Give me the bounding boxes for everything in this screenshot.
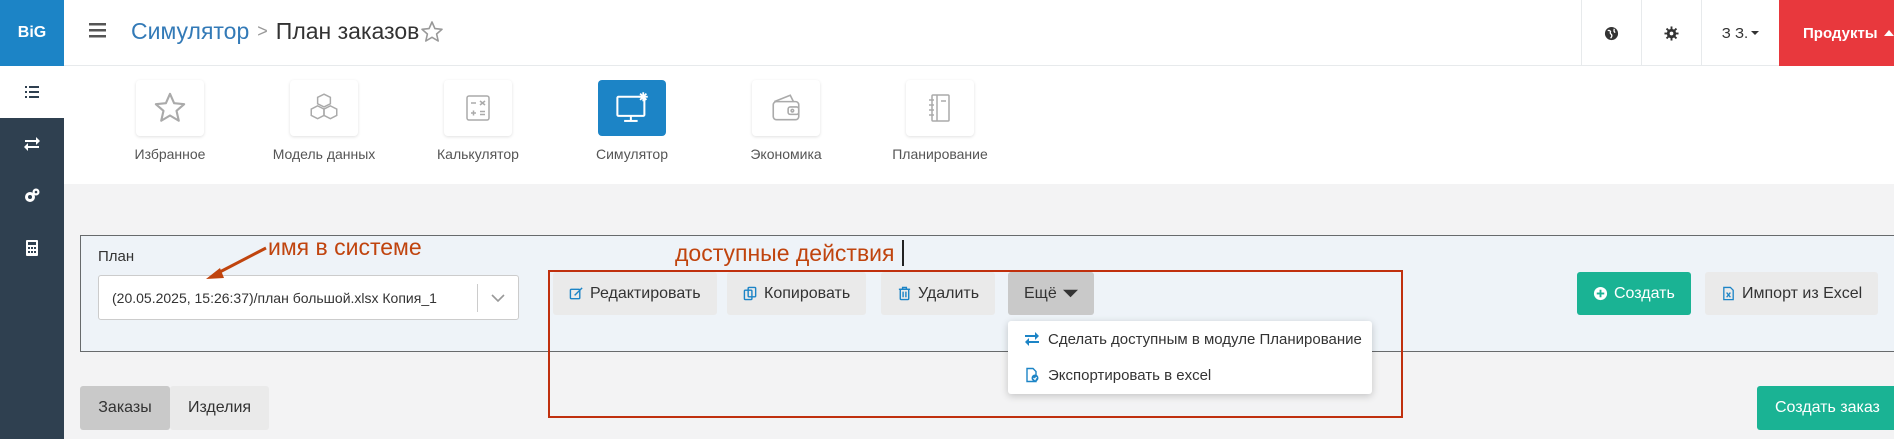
user-name: З З. <box>1721 24 1749 42</box>
caret-up-icon <box>1883 30 1894 36</box>
globe-icon <box>1604 26 1619 40</box>
more-dropdown-menu: Сделать доступным в модуле Планирование … <box>1008 321 1372 394</box>
plan-select[interactable]: (20.05.2025, 15:26:37)/план большой.xlsx… <box>98 275 519 320</box>
copy-icon <box>743 286 757 301</box>
plan-label: План <box>98 248 135 265</box>
app-logo[interactable]: BiG <box>0 0 64 66</box>
caret-down-icon <box>1751 31 1760 35</box>
dropdown-item-label: Экспортировать в excel <box>1048 366 1212 384</box>
exchange-icon <box>24 137 40 151</box>
plus-circle-icon <box>1593 286 1608 301</box>
user-menu[interactable]: З З. <box>1701 0 1779 66</box>
products-label: Продукты <box>1803 24 1878 42</box>
breadcrumb-separator: > <box>257 21 268 41</box>
module-label: Планирование <box>892 146 988 162</box>
create-label: Создать <box>1614 284 1675 302</box>
edit-label: Редактировать <box>590 284 701 302</box>
module-tile[interactable] <box>906 80 974 136</box>
plan-select-value: (20.05.2025, 15:26:37)/план большой.xlsx… <box>112 290 437 306</box>
trash-icon <box>898 286 911 301</box>
gear-icon <box>1664 25 1679 41</box>
monitor-icon <box>616 92 648 122</box>
list-icon <box>25 86 39 98</box>
notebook-icon <box>929 94 950 122</box>
caret-down-icon <box>1062 289 1078 298</box>
module-favorites[interactable]: Избранное <box>90 80 250 162</box>
more-button[interactable]: Ещё <box>1008 272 1094 315</box>
favorite-star-icon[interactable] <box>420 20 444 44</box>
settings-button[interactable] <box>1641 0 1701 66</box>
module-label: Избранное <box>134 146 206 162</box>
annotation-available-actions: доступные действия <box>675 240 895 266</box>
delete-label: Удалить <box>918 284 980 302</box>
sidebar-item-calculator[interactable] <box>0 222 64 274</box>
sidebar: BiG <box>0 0 64 439</box>
cogs-icon <box>25 188 40 202</box>
tab-products[interactable]: Изделия <box>170 386 269 430</box>
star-icon <box>154 92 186 122</box>
dropdown-item-label: Сделать доступным в модуле Планирование <box>1048 330 1362 348</box>
exchange-icon <box>1025 332 1039 346</box>
file-export-icon <box>1026 367 1039 383</box>
wallet-icon <box>772 94 800 121</box>
import-excel-button[interactable]: Импорт из Excel <box>1705 272 1879 315</box>
module-simulator[interactable]: Симулятор <box>552 80 712 162</box>
language-button[interactable] <box>1581 0 1641 66</box>
more-label: Ещё <box>1024 284 1057 302</box>
module-label: Калькулятор <box>437 146 519 162</box>
cubes-icon <box>310 93 338 120</box>
module-calculator[interactable]: Калькулятор <box>398 80 558 162</box>
breadcrumb: Симулятор > План заказов <box>131 18 419 45</box>
menu-icon[interactable] <box>88 20 108 40</box>
page-title: План заказов <box>275 18 420 44</box>
delete-button[interactable]: Удалить <box>881 272 996 315</box>
module-label: Экономика <box>750 146 822 162</box>
module-tile[interactable] <box>290 80 358 136</box>
create-button[interactable]: Создать <box>1577 272 1691 315</box>
module-label: Симулятор <box>596 146 668 162</box>
module-data-model[interactable]: Модель данных <box>244 80 404 162</box>
module-planning[interactable]: Планирование <box>860 80 1020 162</box>
copy-label: Копировать <box>764 284 851 302</box>
products-button[interactable]: Продукты <box>1779 0 1894 66</box>
file-excel-icon <box>1723 286 1734 301</box>
import-excel-label: Импорт из Excel <box>1742 284 1863 302</box>
create-order-button[interactable]: Создать заказ <box>1757 386 1894 430</box>
module-tile[interactable] <box>136 80 204 136</box>
copy-button[interactable]: Копировать <box>727 272 867 315</box>
edit-button[interactable]: Редактировать <box>553 272 717 315</box>
module-bar: Избранное Модель данных Калькулятор Симу… <box>64 66 1894 184</box>
module-economics[interactable]: Экономика <box>706 80 866 162</box>
sidebar-item-settings[interactable] <box>0 170 64 222</box>
module-tile[interactable] <box>752 80 820 136</box>
sidebar-item-exchange[interactable] <box>0 118 64 170</box>
sidebar-item-list[interactable] <box>0 66 64 118</box>
edit-icon <box>569 287 583 300</box>
top-navbar: Симулятор > План заказов З З. Продукты <box>64 0 1894 66</box>
select-divider <box>477 284 478 312</box>
module-label: Модель данных <box>272 146 376 162</box>
calculator-icon <box>466 95 490 121</box>
tab-orders[interactable]: Заказы <box>80 386 170 430</box>
module-tile[interactable] <box>444 80 512 136</box>
top-right-controls: З З. Продукты <box>1581 0 1894 66</box>
breadcrumb-root-link[interactable]: Симулятор <box>131 18 249 45</box>
text-cursor <box>902 240 904 266</box>
chevron-down-icon[interactable] <box>490 290 506 306</box>
module-tile[interactable] <box>598 80 666 136</box>
dropdown-item-export-excel[interactable]: Экспортировать в excel <box>1008 357 1372 393</box>
annotation-arrow-icon <box>206 246 267 279</box>
dropdown-item-make-available[interactable]: Сделать доступным в модуле Планирование <box>1008 321 1372 357</box>
annotation-name-in-system: имя в системе <box>268 234 422 260</box>
calculator-icon <box>26 240 38 256</box>
